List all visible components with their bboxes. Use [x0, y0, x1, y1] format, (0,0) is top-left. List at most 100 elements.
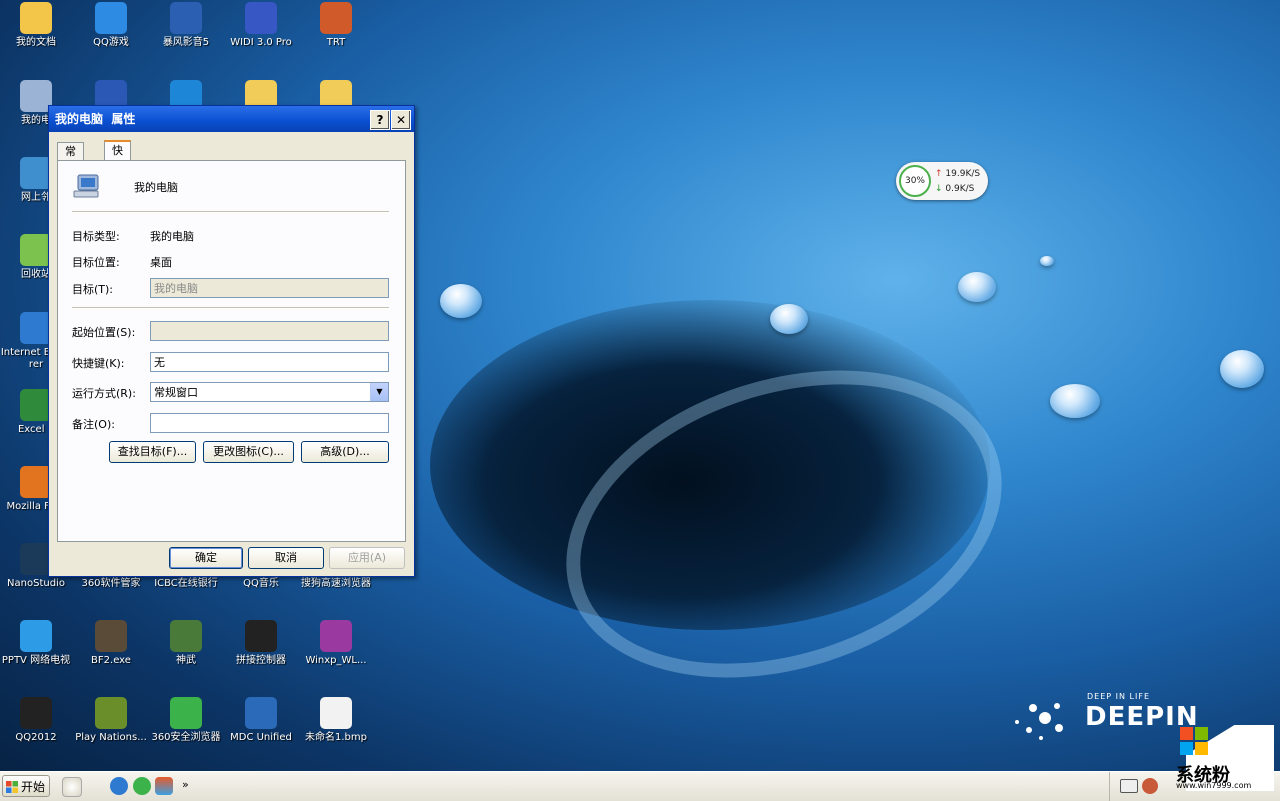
- upload-speed: 19.9K/S: [945, 169, 981, 179]
- target-type-label: 目标类型:: [72, 230, 120, 243]
- comment-label: 备注(O):: [72, 418, 115, 431]
- change-icon-button[interactable]: 更改图标(C)...: [203, 441, 294, 463]
- desktop-shortcut-label: 神武: [176, 655, 196, 666]
- water-drop: [1040, 256, 1054, 266]
- water-drop: [1050, 384, 1100, 418]
- my-computer-icon: [72, 173, 102, 201]
- target-field: 我的电脑: [150, 278, 389, 298]
- desktop-shortcut-label: NanoStudio: [7, 578, 65, 589]
- desktop-shortcut[interactable]: PPTV 网络电视: [0, 620, 72, 667]
- mdc-icon: [245, 697, 277, 729]
- winrar-icon: [320, 620, 352, 652]
- tray-app-icon[interactable]: [1142, 778, 1158, 794]
- start-label: 开始: [21, 780, 46, 794]
- bf2-icon: [95, 620, 127, 652]
- qq-game-icon: [95, 2, 127, 34]
- desktop-shortcut[interactable]: 拼接控制器: [225, 620, 297, 667]
- watermark-logo: 系统粉 www.win7999.com: [1176, 725, 1274, 791]
- baofeng-icon: [170, 2, 202, 34]
- desktop-shortcut-label: 我的文档: [16, 37, 56, 48]
- desktop-shortcut[interactable]: MDC Unified: [225, 697, 297, 744]
- shortcut-panel: 我的电脑 目标类型: 我的电脑 目标位置: 桌面 目标(T): 我的电脑 起始位…: [57, 160, 406, 542]
- desktop-shortcut[interactable]: 360安全浏览器: [150, 697, 222, 744]
- desktop-shortcut[interactable]: 暴风影音5: [150, 2, 222, 49]
- quick-launch-app-icon[interactable]: [155, 777, 173, 795]
- network-usage-percent: 30%: [899, 165, 931, 197]
- desktop-shortcut-label: 搜狗高速浏览器: [301, 578, 371, 589]
- desktop-shortcut-label: Winxp_WL...: [305, 655, 367, 666]
- desktop-shortcut-label: 暴风影音5: [162, 37, 210, 48]
- 360-browser-icon: [170, 697, 202, 729]
- desktop-shortcut[interactable]: 未命名1.bmp: [300, 697, 372, 744]
- properties-dialog: 我的电脑 属性 ? ✕ 常规 快捷方式 我的电脑 目标类型: 我的电脑 目标位置…: [48, 105, 415, 577]
- dialog-titlebar[interactable]: 我的电脑 属性 ? ✕: [49, 106, 414, 132]
- desktop-shortcut[interactable]: 我的文档: [0, 2, 72, 49]
- tab-general[interactable]: 常规: [57, 142, 84, 176]
- arrow-up-icon: ↑: [935, 169, 943, 179]
- run-dropdown[interactable]: 常规窗口 ▼: [150, 382, 389, 402]
- desktop-shortcut-label: PPTV 网络电视: [1, 655, 71, 666]
- help-button[interactable]: ?: [370, 110, 390, 130]
- quick-launch-360-icon[interactable]: [133, 777, 151, 795]
- cancel-button[interactable]: 取消: [248, 547, 324, 569]
- apply-button[interactable]: 应用(A): [329, 547, 405, 569]
- deepin-tagline: DEEP IN LIFE: [1087, 692, 1150, 701]
- desktop-shortcut-label: 360软件管家: [81, 578, 141, 589]
- desktop-shortcut[interactable]: Winxp_WL...: [300, 620, 372, 667]
- desktop-shortcut-label: Play Nations...: [75, 732, 147, 743]
- hotkey-label: 快捷键(K):: [72, 357, 125, 370]
- target-label: 目标(T):: [72, 283, 114, 296]
- taskbar: 开始 »: [0, 771, 1280, 801]
- desktop-shortcut[interactable]: QQ游戏: [75, 2, 147, 49]
- pptv-icon: [20, 620, 52, 652]
- tab-shortcut[interactable]: 快捷方式: [104, 140, 131, 211]
- hotkey-field[interactable]: 无: [150, 352, 389, 372]
- start-in-label: 起始位置(S):: [72, 326, 136, 339]
- desktop-shortcut[interactable]: WIDI 3.0 Pro: [225, 2, 297, 49]
- desktop-shortcut[interactable]: 神武: [150, 620, 222, 667]
- arrow-down-icon: ↓: [935, 184, 943, 194]
- dialog-title: 我的电脑 属性: [55, 112, 136, 126]
- upload-row: ↑ 19.9K/S: [935, 169, 980, 179]
- desktop-shortcut[interactable]: Play Nations...: [75, 697, 147, 744]
- widi-icon: [245, 2, 277, 34]
- desktop-shortcut[interactable]: BF2.exe: [75, 620, 147, 667]
- windows-flag-icon: [6, 781, 18, 793]
- desktop-shortcut-label: MDC Unified: [230, 732, 292, 743]
- download-speed: 0.9K/S: [945, 184, 975, 194]
- desktop-shortcut-label: QQ音乐: [243, 578, 279, 589]
- shortcut-name: 我的电脑: [134, 181, 178, 194]
- desktop-shortcut[interactable]: QQ2012: [0, 697, 72, 744]
- run-dropdown-value: 常规窗口: [154, 386, 198, 399]
- quick-launch-desktop-icon[interactable]: [62, 777, 82, 797]
- quick-launch-ie-icon[interactable]: [110, 777, 128, 795]
- my-documents-icon: [20, 2, 52, 34]
- bmp-file-icon: [320, 697, 352, 729]
- deepin-swirl-icon: [1015, 703, 1063, 740]
- chevron-down-icon[interactable]: ▼: [370, 383, 388, 401]
- water-drop: [770, 304, 808, 334]
- desktop-shortcut-label: 360安全浏览器: [151, 732, 221, 743]
- find-target-button[interactable]: 查找目标(F)...: [109, 441, 196, 463]
- water-drop: [958, 272, 996, 302]
- water-drop: [1220, 350, 1264, 388]
- start-in-field: [150, 321, 389, 341]
- ok-button[interactable]: 确定: [169, 547, 243, 569]
- target-location-label: 目标位置:: [72, 256, 120, 269]
- advanced-button[interactable]: 高级(D)...: [301, 441, 389, 463]
- shenwu-icon: [170, 620, 202, 652]
- windows-logo-icon: [1180, 727, 1208, 755]
- comment-field[interactable]: [150, 413, 389, 433]
- close-button[interactable]: ✕: [391, 110, 411, 130]
- desktop-shortcut-label: QQ2012: [15, 732, 57, 743]
- network-speed-widget[interactable]: 30% ↑ 19.9K/S ↓ 0.9K/S: [896, 162, 988, 200]
- desktop-shortcut[interactable]: TRT: [300, 2, 372, 49]
- keyboard-icon[interactable]: [1120, 779, 1138, 793]
- divider: [72, 211, 389, 213]
- divider: [72, 307, 389, 309]
- start-button[interactable]: 开始: [2, 775, 50, 797]
- desktop-shortcut-label: ICBC在线银行: [154, 578, 218, 589]
- water-drop: [440, 284, 482, 318]
- site-url: www.win7999.com: [1176, 781, 1252, 790]
- quick-launch-overflow-icon[interactable]: »: [182, 778, 189, 791]
